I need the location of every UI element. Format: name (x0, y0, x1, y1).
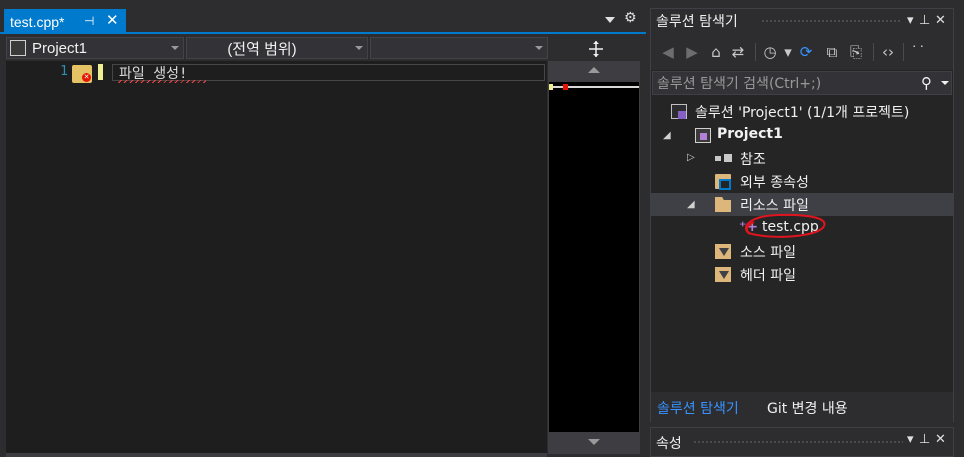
tree-item-references[interactable]: ▷ 참조 (651, 147, 953, 170)
chevron-down-icon (171, 46, 179, 50)
indicator-margin (6, 61, 26, 454)
more-options-icon[interactable]: ˙˙ (909, 43, 927, 61)
tab-list-dropdown-icon[interactable] (604, 14, 616, 26)
chevron-down-icon (355, 46, 363, 50)
tree-item-label: Project1 (717, 126, 783, 142)
show-all-files-icon[interactable]: ⎘ (847, 43, 865, 61)
change-marker (549, 84, 553, 90)
solution-explorer-titlebar: 솔루션 탐색기 ▾ ⊥ ✕ (651, 9, 953, 33)
pin-icon[interactable]: ⊥ (919, 432, 930, 447)
member-combo[interactable] (370, 37, 548, 59)
split-window-button[interactable] (552, 36, 640, 61)
tab-solution-explorer[interactable]: 솔루션 탐색기 (657, 398, 739, 418)
horizontal-scrollbar[interactable] (6, 453, 547, 457)
visual-studio-window: test.cpp* ⊣ ✕ ⚙ Project1 (전역 범위) 1 ✕ 파일 … (0, 0, 964, 457)
error-squiggle (118, 80, 206, 83)
dropdown-icon[interactable]: ▾ (907, 432, 914, 447)
line-number: 1 (60, 64, 68, 79)
tree-item-source-files[interactable]: 소스 파일 (651, 240, 953, 263)
lightbulb-error-icon[interactable]: ✕ (72, 65, 92, 83)
tree-item-project[interactable]: ◢ Project1 (651, 124, 953, 147)
back-icon[interactable]: ◀ (659, 43, 677, 61)
home-icon[interactable]: ⌂ (707, 43, 725, 61)
refresh-icon[interactable]: ⟳ (797, 43, 815, 61)
tab-title: test.cpp* (10, 13, 65, 30)
drag-grip[interactable] (693, 440, 903, 444)
tree-item-header-files[interactable]: 헤더 파일 (651, 263, 953, 286)
scope-combo[interactable]: (전역 범위) (186, 37, 368, 59)
search-placeholder: 솔루션 탐색기 검색(Ctrl+;) (657, 76, 822, 92)
filter-folder-icon (715, 267, 731, 282)
scroll-up-icon[interactable] (588, 67, 600, 73)
tree-item-solution[interactable]: 솔루션 'Project1' (1/1개 프로젝트) (651, 100, 953, 123)
references-icon (715, 151, 733, 166)
chevron-down-icon[interactable] (941, 81, 949, 85)
close-icon[interactable]: ✕ (106, 11, 119, 29)
split-icon (589, 40, 603, 57)
folder-open-icon (715, 197, 731, 212)
tree-item-label: 헤더 파일 (740, 268, 796, 284)
tree-item-label: 외부 종속성 (740, 175, 809, 191)
expanded-arrow-icon[interactable]: ◢ (663, 130, 671, 141)
solution-explorer-toolbar: ◀ ▶ ⌂ ⇄ ◷ ▾ ⟳ ⧉ ⎘ ‹› ˙˙ (651, 33, 953, 70)
solution-explorer-bottom-tabs: 솔루션 탐색기 Git 변경 내용 (651, 392, 953, 422)
change-tracking-bar (98, 64, 103, 80)
tree-item-label: 솔루션 'Project1' (1/1개 프로젝트) (695, 105, 910, 121)
code-editor[interactable]: 1 ✕ 파일 생성! (6, 61, 547, 454)
solution-explorer-title: 솔루션 탐색기 (656, 14, 738, 30)
close-icon[interactable]: ✕ (935, 432, 946, 447)
scope-combo-label: (전역 범위) (227, 40, 297, 58)
toolbar-separator (755, 43, 756, 61)
tab-git-changes[interactable]: Git 변경 내용 (767, 398, 848, 418)
collapsed-arrow-icon[interactable]: ▷ (687, 152, 695, 163)
tab-test-cpp[interactable]: test.cpp* ⊣ ✕ (4, 9, 126, 34)
forward-icon[interactable]: ▶ (683, 43, 701, 61)
toolbar-separator (873, 43, 874, 61)
project-combo[interactable]: Project1 (6, 37, 184, 59)
scroll-down-icon[interactable] (588, 439, 600, 445)
tree-item-label: 참조 (740, 152, 766, 168)
scrollbar-map[interactable] (549, 82, 639, 432)
gear-icon[interactable]: ⚙ (624, 10, 637, 26)
project-icon (695, 128, 711, 143)
dropdown-icon[interactable]: ▾ (907, 13, 914, 28)
properties-panel: 속성 ▾ ⊥ ✕ (650, 427, 954, 457)
pin-icon[interactable]: ⊥ (919, 13, 930, 28)
error-marker (563, 84, 568, 90)
pin-icon[interactable]: ⊣ (84, 14, 94, 28)
project-icon (10, 40, 26, 56)
view-code-icon[interactable]: ‹› (879, 43, 897, 61)
solution-icon (671, 104, 687, 119)
properties-title: 속성 (656, 436, 682, 452)
expanded-arrow-icon[interactable]: ◢ (687, 199, 695, 210)
solution-explorer-search-input[interactable]: 솔루션 탐색기 검색(Ctrl+;) ⚲ (652, 71, 952, 95)
navigation-bar: Project1 (전역 범위) (0, 36, 646, 61)
vertical-scrollbar[interactable] (548, 61, 640, 454)
document-tab-strip: test.cpp* ⊣ ✕ ⚙ (0, 0, 646, 34)
search-icon[interactable]: ⚲ (921, 74, 932, 92)
collapse-all-icon[interactable]: ⧉ (823, 43, 841, 61)
toolbar-separator (903, 43, 904, 61)
error-icon: ✕ (82, 73, 91, 82)
pending-changes-filter-icon[interactable]: ◷ (761, 43, 779, 61)
external-deps-icon (715, 174, 731, 190)
close-icon[interactable]: ✕ (935, 13, 946, 28)
switch-views-icon[interactable]: ⇄ (729, 43, 747, 61)
tree-item-external-dependencies[interactable]: 외부 종속성 (651, 170, 953, 193)
project-combo-label: Project1 (32, 39, 88, 57)
filter-folder-icon (715, 244, 731, 259)
chevron-down-icon[interactable]: ▾ (779, 43, 797, 61)
editor-pane: test.cpp* ⊣ ✕ ⚙ Project1 (전역 범위) 1 ✕ 파일 … (0, 0, 646, 457)
tree-item-label: 소스 파일 (740, 245, 796, 261)
chevron-down-icon (535, 46, 543, 50)
annotation-circle (744, 213, 826, 238)
drag-grip[interactable] (761, 19, 901, 23)
